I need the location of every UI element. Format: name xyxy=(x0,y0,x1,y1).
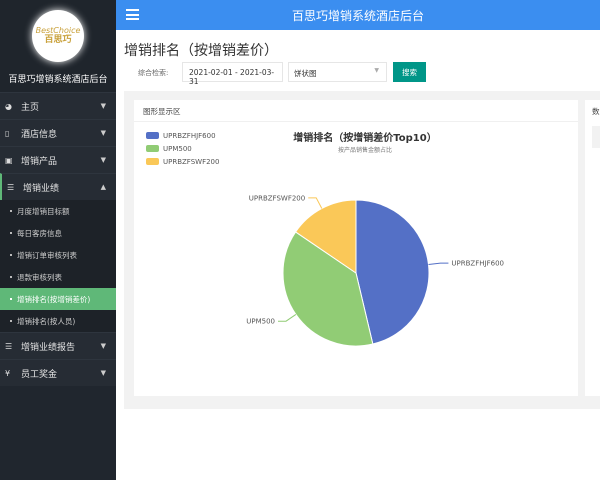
label-line xyxy=(308,197,323,209)
pie-chart: UPRBZFHJF600 UPM500 UPRBZFSWF200 xyxy=(246,194,504,347)
label-line xyxy=(428,262,449,266)
slice-label: UPRBZFSWF200 xyxy=(249,194,305,202)
label-line xyxy=(277,313,297,322)
slice-label: UPRBZFHJF600 xyxy=(451,260,504,268)
slice-label: UPM500 xyxy=(246,318,275,326)
